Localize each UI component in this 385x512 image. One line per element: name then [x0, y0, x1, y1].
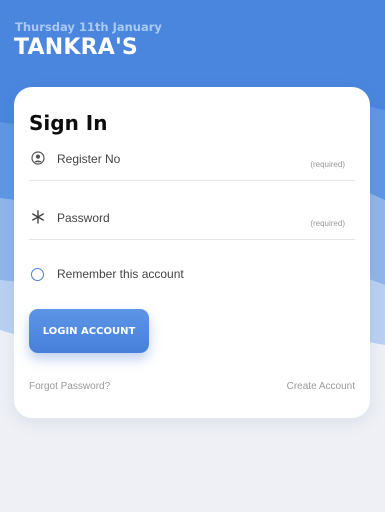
register-no-field[interactable]: Register No (required): [29, 135, 355, 181]
create-account-link[interactable]: Create Account: [287, 381, 355, 392]
remember-radio[interactable]: [31, 268, 44, 281]
password-required-hint: (required): [310, 219, 345, 228]
asterisk-icon: [32, 210, 44, 224]
password-label: Password: [57, 211, 110, 225]
remember-account-option[interactable]: Remember this account: [31, 267, 281, 283]
signin-card: Sign In Register No (required) Password …: [14, 87, 370, 418]
app-title: TANKRA'S: [14, 35, 138, 60]
user-circle-icon: [31, 151, 45, 165]
field-underline: [29, 180, 355, 181]
register-no-required-hint: (required): [310, 160, 345, 169]
signin-title: Sign In: [29, 111, 108, 135]
password-field[interactable]: Password (required): [29, 194, 355, 240]
login-button[interactable]: LOGIN ACCOUNT: [29, 309, 149, 353]
register-no-label: Register No: [57, 152, 121, 166]
remember-label: Remember this account: [57, 267, 184, 281]
header-date: Thursday 11th January: [15, 20, 162, 34]
field-underline: [29, 239, 355, 240]
forgot-password-link[interactable]: Forgot Password?: [29, 381, 110, 392]
